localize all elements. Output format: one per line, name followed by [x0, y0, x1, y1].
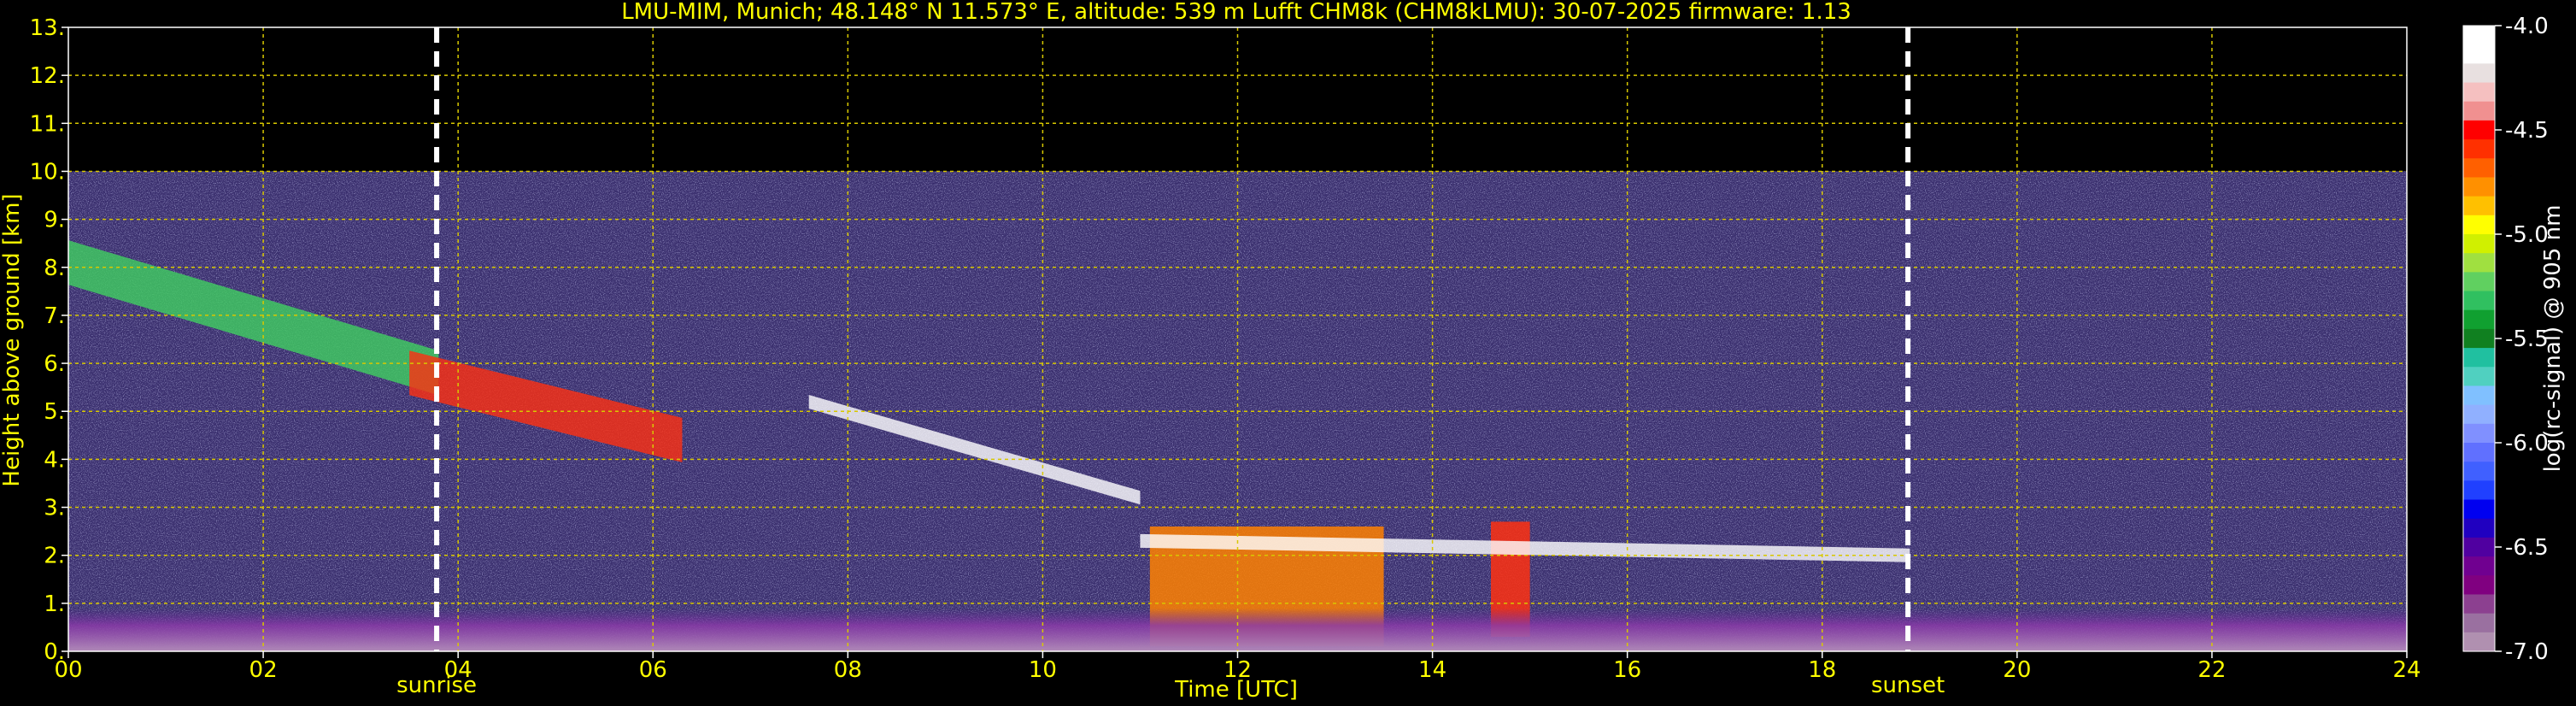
- y-tick-label: 4.: [44, 447, 65, 473]
- colorbar-swatch: [2463, 594, 2495, 615]
- colorbar-swatch: [2463, 556, 2495, 576]
- colorbar: -4.0-4.5-5.0-5.5-6.0-6.5-7.0: [2462, 14, 2549, 665]
- colorbar-swatch: [2463, 139, 2495, 159]
- colorbar-swatch: [2463, 499, 2495, 520]
- y-tick-label: 8.: [44, 256, 65, 281]
- x-tick-label: 08: [834, 657, 862, 683]
- x-tick-label: 10: [1029, 657, 1057, 683]
- colorbar-swatch: [2463, 348, 2495, 368]
- chart-title: LMU-MIM, Munich; 48.148° N 11.573° E, al…: [621, 0, 1851, 25]
- y-tick-label: 13.: [30, 15, 65, 41]
- colorbar-label: log(rc-signal) @ 905 nm: [2540, 205, 2566, 473]
- colorbar-swatch: [2463, 253, 2495, 273]
- x-tick-label: 06: [639, 657, 667, 683]
- colorbar-swatch: [2463, 367, 2495, 387]
- y-axis-ticks: 0. 1. 2. 3. 4. 5. 6. 7. 8. 9. 10. 11. 12. 13.: [30, 15, 68, 665]
- colorbar-swatch: [2463, 385, 2495, 406]
- event-label-sunset: sunset: [1871, 673, 1945, 698]
- colorbar-tick-label: -4.0: [2505, 14, 2549, 39]
- colorbar-swatch: [2463, 26, 2495, 45]
- y-tick-label: 2.: [44, 544, 65, 569]
- y-tick-label: 1.: [44, 591, 65, 617]
- y-axis-label: Height above ground [km]: [0, 193, 25, 486]
- colorbar-swatch: [2463, 196, 2495, 216]
- colorbar-tick-label: -4.5: [2505, 118, 2549, 144]
- ceilometer-figure: LMU-MIM, Munich; 48.148° N 11.573° E, al…: [0, 0, 2566, 703]
- x-tick-label: 20: [2003, 657, 2031, 683]
- colorbar-swatch: [2463, 518, 2495, 538]
- x-axis-label: Time [UTC]: [1174, 677, 1298, 703]
- colorbar-swatch: [2463, 404, 2495, 425]
- plot-area: [68, 27, 2407, 651]
- colorbar-swatch: [2463, 575, 2495, 596]
- colorbar-swatch: [2463, 215, 2495, 235]
- x-tick-label: 24: [2392, 657, 2421, 683]
- colorbar-swatch: [2463, 120, 2495, 140]
- colorbar-swatch: [2463, 82, 2495, 103]
- colorbar-swatch: [2463, 423, 2495, 444]
- x-tick-label: 16: [1613, 657, 1641, 683]
- x-tick-label: 14: [1418, 657, 1446, 683]
- y-tick-label: 7.: [44, 303, 65, 329]
- colorbar-swatch: [2463, 44, 2495, 64]
- y-tick-label: 3.: [44, 496, 65, 521]
- y-tick-label: 0.: [44, 639, 65, 665]
- colorbar-swatch: [2463, 158, 2495, 179]
- colorbar-swatch: [2463, 177, 2495, 197]
- x-tick-label: 18: [1808, 657, 1836, 683]
- colorbar-tick-label: -7.0: [2505, 639, 2549, 665]
- y-tick-label: 12.: [30, 63, 65, 89]
- colorbar-swatch: [2463, 272, 2495, 292]
- colorbar-swatch: [2463, 613, 2495, 633]
- colorbar-swatch: [2463, 462, 2495, 481]
- colorbar-swatch: [2463, 632, 2495, 652]
- y-tick-label: 5.: [44, 399, 65, 425]
- colorbar-swatch: [2463, 101, 2495, 121]
- x-tick-label: 22: [2198, 657, 2226, 683]
- colorbar-swatch: [2463, 537, 2495, 557]
- colorbar-swatch: [2463, 443, 2495, 462]
- colorbar-swatch: [2463, 63, 2495, 84]
- x-tick-label: 04: [444, 657, 472, 683]
- y-tick-label: 10.: [30, 159, 65, 185]
- y-tick-label: 11.: [30, 111, 65, 137]
- y-tick-label: 9.: [44, 208, 65, 233]
- colorbar-swatch: [2463, 328, 2495, 349]
- colorbar-swatch: [2463, 480, 2495, 501]
- y-tick-label: 6.: [44, 351, 65, 377]
- colorbar-swatch: [2463, 291, 2495, 311]
- colorbar-swatch: [2463, 234, 2495, 254]
- colorbar-tick-label: -6.5: [2505, 535, 2549, 561]
- x-tick-label: 02: [249, 657, 278, 683]
- colorbar-swatch: [2463, 309, 2495, 330]
